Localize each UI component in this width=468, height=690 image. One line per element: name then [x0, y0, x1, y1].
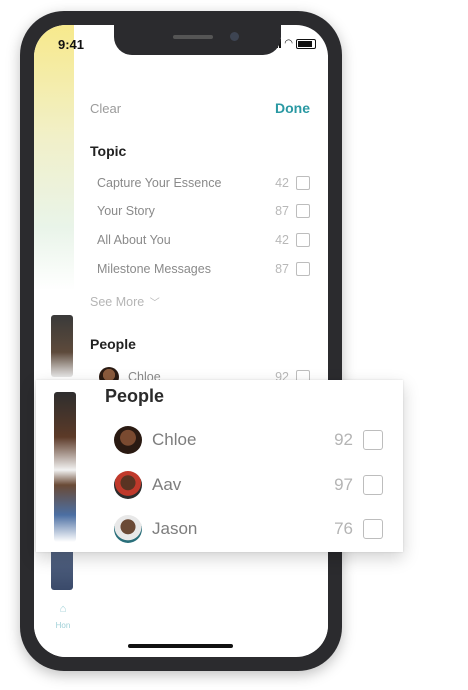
person-label: Aav	[152, 475, 182, 494]
topic-checkbox[interactable]	[296, 176, 310, 190]
background-photo	[54, 392, 76, 542]
phone-screen: 9:41 ◠ ⌂ Hon Clear Done Topic Capture Yo…	[34, 25, 328, 657]
people-heading: People	[90, 336, 136, 352]
person-count: 92	[334, 430, 353, 449]
people-filter-row[interactable]: Aav 97	[114, 470, 383, 500]
people-zoom-card: People Chloe 92 Aav 97 Jason 76	[36, 380, 403, 552]
tab-home-label: Hon	[55, 621, 71, 630]
status-time: 9:41	[58, 37, 85, 52]
tab-home[interactable]: ⌂ Hon	[52, 603, 74, 633]
topic-checkbox[interactable]	[296, 204, 310, 218]
topic-count: 42	[275, 233, 289, 247]
see-more-button[interactable]: See More ﹀	[90, 294, 160, 309]
topic-filter-row[interactable]: All About You 42	[97, 231, 310, 249]
done-button[interactable]: Done	[275, 100, 310, 116]
home-icon: ⌂	[59, 603, 67, 615]
people-filter-row[interactable]: Chloe 92	[114, 425, 383, 455]
topic-count: 87	[275, 204, 289, 218]
filter-panel: Clear Done Topic Capture Your Essence 42…	[74, 55, 328, 655]
chevron-down-icon: ﹀	[149, 298, 160, 309]
people-filter-row[interactable]: Jason 76	[114, 514, 383, 544]
camera	[230, 32, 239, 41]
person-checkbox[interactable]	[363, 519, 383, 539]
topic-filter-row[interactable]: Milestone Messages 87	[97, 260, 310, 278]
avatar	[114, 515, 142, 543]
person-count: 97	[334, 475, 353, 494]
person-checkbox[interactable]	[363, 430, 383, 450]
clear-button[interactable]: Clear	[90, 101, 121, 116]
background-photo	[51, 315, 73, 377]
battery-icon	[296, 38, 316, 49]
topic-count: 42	[275, 176, 289, 190]
topic-label: All About You	[97, 233, 171, 247]
person-label: Jason	[152, 519, 198, 538]
topic-label: Milestone Messages	[97, 262, 211, 276]
topic-checkbox[interactable]	[296, 262, 310, 276]
notch	[114, 25, 281, 55]
speaker	[173, 35, 213, 39]
phone-frame: 9:41 ◠ ⌂ Hon Clear Done Topic Capture Yo…	[20, 11, 342, 671]
person-checkbox[interactable]	[363, 475, 383, 495]
topic-heading: Topic	[90, 143, 127, 159]
person-count: 76	[334, 519, 353, 538]
topic-checkbox[interactable]	[296, 233, 310, 247]
people-heading: People	[105, 386, 165, 406]
topic-filter-row[interactable]: Your Story 87	[97, 202, 310, 220]
topic-label: Capture Your Essence	[97, 176, 222, 190]
topic-label: Your Story	[97, 204, 155, 218]
avatar	[114, 471, 142, 499]
home-indicator	[128, 644, 233, 648]
see-more-label: See More	[90, 295, 145, 309]
topic-count: 87	[275, 262, 289, 276]
wifi-icon: ◠	[284, 38, 293, 49]
person-label: Chloe	[152, 430, 197, 449]
avatar	[114, 426, 142, 454]
topic-filter-row[interactable]: Capture Your Essence 42	[97, 174, 310, 192]
